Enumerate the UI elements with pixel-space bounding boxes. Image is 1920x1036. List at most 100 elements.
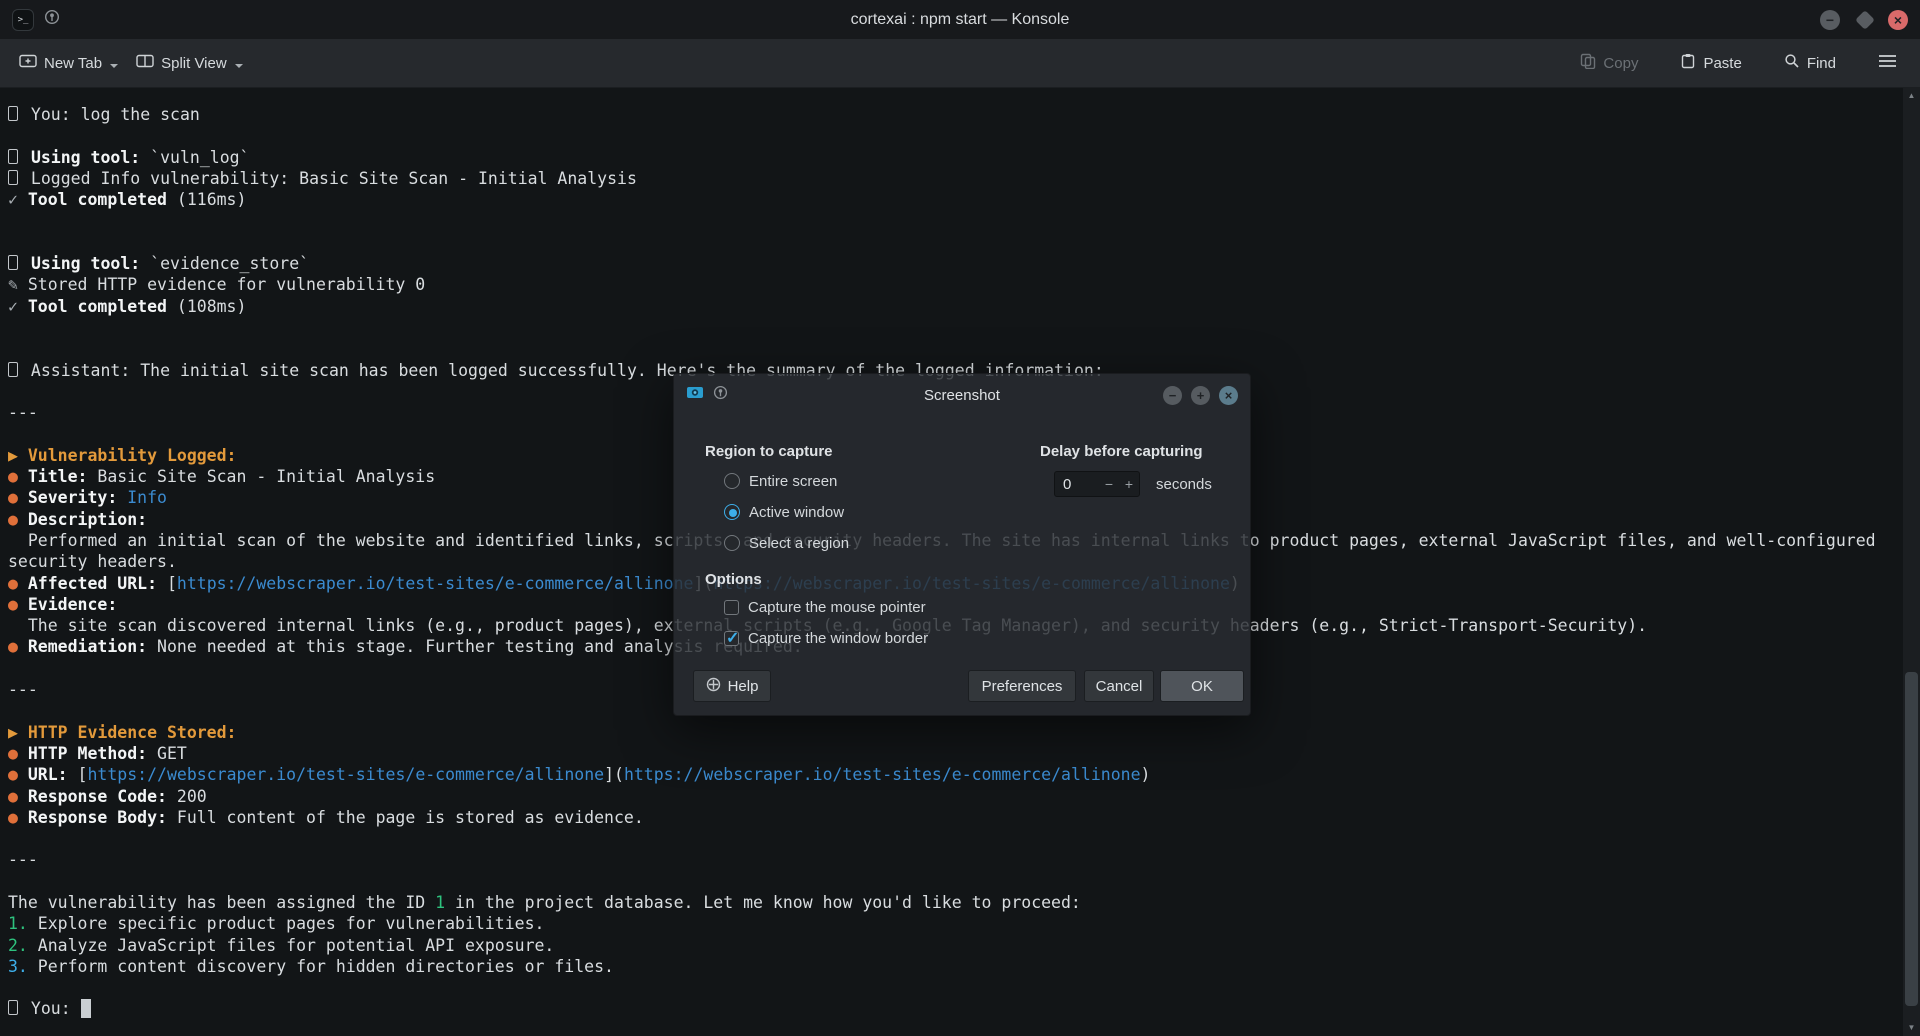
copy-button[interactable]: Copy — [1571, 45, 1647, 81]
search-icon — [1784, 53, 1800, 73]
konsole-toolbar: New Tab Split View Copy Paste Find — [0, 39, 1920, 88]
pin-icon[interactable] — [44, 9, 60, 30]
new-tab-icon — [19, 53, 37, 73]
chevron-down-icon — [234, 64, 243, 68]
terminal-line: ● Response Body: Full content of the pag… — [8, 807, 644, 827]
terminal-line: Logged Info vulnerability: Basic Site Sc… — [8, 168, 1903, 189]
new-tab-label: New Tab — [44, 54, 103, 72]
radio-select-region[interactable]: Select a region — [724, 532, 849, 554]
checkbox-label: Capture the mouse pointer — [748, 598, 926, 616]
copy-label: Copy — [1603, 54, 1639, 72]
konsole-window: >_ cortexai : npm start — Konsole − × Ne… — [0, 0, 1920, 1036]
window-titlebar: >_ cortexai : npm start — Konsole − × — [0, 0, 1920, 39]
close-icon[interactable]: × — [1888, 9, 1908, 30]
hamburger-menu-button[interactable] — [1869, 46, 1906, 80]
radio-label: Select a region — [749, 534, 850, 552]
dialog-body: Region to capture Entire screen Active w… — [674, 416, 1250, 715]
dialog-titlebar: Screenshot − + × — [674, 374, 1250, 416]
cancel-label: Cancel — [1095, 677, 1143, 695]
preferences-button[interactable]: Preferences — [968, 670, 1076, 702]
ok-label: OK — [1191, 677, 1213, 695]
close-icon[interactable]: × — [1219, 385, 1238, 405]
missing-glyph-icon — [8, 1000, 18, 1016]
checkbox-label: Capture the window border — [748, 629, 929, 647]
split-view-icon — [136, 53, 154, 73]
terminal-line: 2. Analyze JavaScript files for potentia… — [8, 935, 555, 955]
terminal-line: ✓ Tool completed (116ms) — [8, 190, 247, 210]
radio-icon — [724, 473, 740, 489]
delay-spinbox[interactable]: 0 − + — [1054, 471, 1140, 497]
radio-entire-screen[interactable]: Entire screen — [724, 470, 837, 492]
split-view-button[interactable]: Split View — [127, 45, 252, 81]
konsole-app-icon: >_ — [12, 8, 34, 31]
terminal-line: --- — [8, 850, 38, 870]
checkbox-icon: ✓ — [724, 599, 739, 615]
find-label: Find — [1806, 54, 1836, 72]
split-view-label: Split View — [161, 54, 227, 72]
terminal-line: You: log the scan — [8, 104, 1903, 125]
missing-glyph-icon — [8, 106, 18, 121]
terminal-line: You: — [8, 998, 1903, 1019]
terminal-line: Using tool: `evidence_store` — [8, 253, 1903, 274]
missing-glyph-icon — [8, 255, 18, 271]
terminal-line: The vulnerability has been assigned the … — [8, 892, 1081, 912]
chevron-down-icon — [110, 64, 119, 68]
help-icon — [706, 677, 721, 696]
preferences-label: Preferences — [981, 677, 1063, 695]
window-title: cortexai : npm start — Konsole — [850, 10, 1070, 28]
terminal-line: ● HTTP Method: GET — [8, 743, 187, 763]
scrollbar-thumb[interactable] — [1905, 671, 1918, 1007]
terminal-line: ● Response Code: 200 — [8, 786, 207, 806]
find-button[interactable]: Find — [1775, 45, 1845, 81]
screenshot-dialog: Screenshot − + × Region to capture Entir… — [673, 373, 1251, 716]
seconds-label: seconds — [1156, 476, 1212, 493]
dialog-titlebar-icons — [686, 385, 728, 406]
delay-before-capturing-label: Delay before capturing — [1040, 443, 1203, 460]
scrollbar-track[interactable] — [1903, 104, 1920, 1020]
terminal-line: ● URL: [https://webscraper.io/test-sites… — [8, 765, 1151, 785]
missing-glyph-icon — [8, 169, 18, 185]
ok-button[interactable]: OK — [1160, 670, 1244, 702]
new-tab-button[interactable]: New Tab — [10, 45, 127, 81]
maximize-icon[interactable] — [1855, 9, 1875, 30]
paste-icon — [1680, 53, 1696, 73]
minimize-icon[interactable]: − — [1163, 385, 1182, 405]
checkbox-capture-mouse-pointer[interactable]: ✓ Capture the mouse pointer — [724, 596, 926, 618]
terminal-line: 3. Perform content discovery for hidden … — [8, 956, 614, 976]
terminal-line: 1. Explore specific product pages for vu… — [8, 914, 545, 934]
radio-active-window[interactable]: Active window — [724, 501, 844, 523]
terminal-line: ✓ Tool completed (108ms) — [8, 296, 247, 316]
delay-value[interactable]: 0 — [1055, 476, 1099, 493]
dialog-window-controls: − + × — [1163, 385, 1238, 405]
options-label: Options — [705, 571, 762, 588]
radio-label: Entire screen — [749, 472, 838, 490]
help-button[interactable]: Help — [693, 670, 771, 702]
missing-glyph-icon — [8, 148, 18, 164]
paste-button[interactable]: Paste — [1671, 45, 1750, 81]
checkbox-icon: ✓ — [724, 629, 740, 647]
pin-icon[interactable] — [713, 385, 728, 405]
copy-icon — [1580, 53, 1596, 73]
scroll-up-icon[interactable]: ▲ — [1903, 88, 1920, 104]
spin-increment-icon[interactable]: + — [1119, 476, 1139, 492]
radio-label: Active window — [749, 503, 845, 521]
scroll-down-icon[interactable]: ▼ — [1903, 1020, 1920, 1036]
paste-label: Paste — [1703, 54, 1742, 72]
terminal-line: Using tool: `vuln_log` — [8, 147, 1903, 168]
toolbar-right-group: Copy Paste Find — [1571, 45, 1910, 81]
hamburger-icon — [1878, 54, 1897, 72]
checkbox-capture-window-border[interactable]: ✓ Capture the window border — [724, 627, 928, 649]
spectacle-app-icon — [686, 385, 704, 406]
spin-decrement-icon[interactable]: − — [1099, 476, 1119, 492]
help-label: Help — [727, 677, 759, 695]
terminal-scrollbar[interactable]: ▲ ▼ — [1903, 88, 1920, 1036]
minimize-icon[interactable]: − — [1820, 9, 1840, 30]
maximize-icon[interactable]: + — [1191, 385, 1210, 405]
cancel-button[interactable]: Cancel — [1084, 670, 1154, 702]
